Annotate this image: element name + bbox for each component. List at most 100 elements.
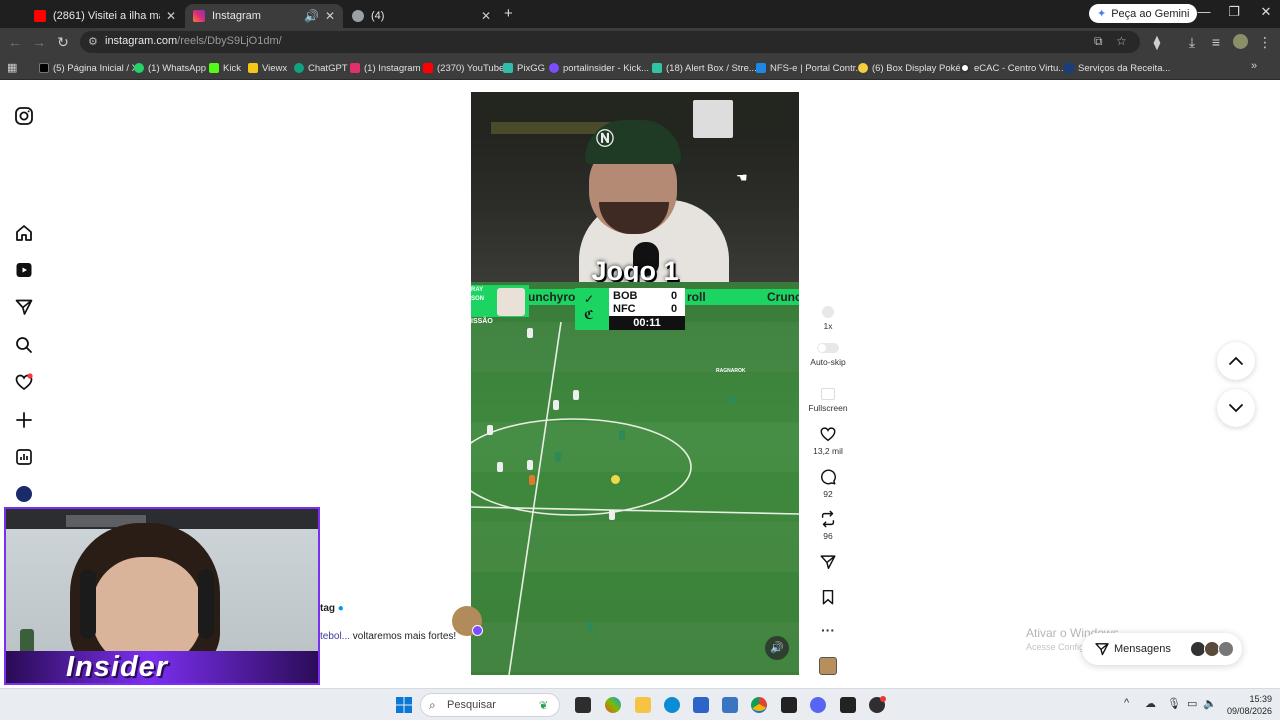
- create-plus-icon[interactable]: [14, 410, 34, 430]
- show-hidden-icons-icon[interactable]: ^: [1124, 697, 1129, 709]
- capcut-icon[interactable]: [781, 697, 797, 713]
- share-button[interactable]: [808, 553, 848, 574]
- youtube-favicon-icon: [34, 10, 46, 22]
- speaker-icon[interactable]: 🔊: [304, 9, 319, 23]
- network-icon[interactable]: ▭: [1187, 697, 1197, 710]
- previous-reel-button[interactable]: [1217, 342, 1255, 380]
- comment-icon: [821, 469, 836, 485]
- bookmark-icon: [822, 589, 834, 605]
- like-button[interactable]: 13,2 mil: [808, 425, 848, 456]
- edge-icon[interactable]: [664, 697, 680, 713]
- close-tab-icon[interactable]: ✕: [166, 9, 176, 23]
- apps-grid-icon[interactable]: ▦: [7, 61, 17, 74]
- capcut-alt-icon[interactable]: [840, 697, 856, 713]
- repost-button[interactable]: 96: [808, 510, 848, 541]
- bookmark-portalinsider[interactable]: portalinsider - Kick...: [549, 61, 649, 75]
- tab-instagram[interactable]: Instagram 🔊 ✕: [185, 4, 343, 28]
- menu-kebab-icon[interactable]: ⋮: [1256, 33, 1274, 51]
- bookmark-alertbox[interactable]: (18) Alert Box / Stre...: [652, 61, 757, 75]
- close-window-icon[interactable]: ✕: [1250, 4, 1280, 20]
- bookmark-label: (2370) YouTube: [437, 62, 505, 74]
- profile-avatar[interactable]: [1233, 34, 1248, 49]
- streamer-camera-frame: Ⓝ ☚: [471, 92, 799, 290]
- reels-icon[interactable]: [14, 260, 34, 280]
- volume-icon[interactable]: 🔈: [1203, 697, 1217, 710]
- media-controls-icon[interactable]: ≡: [1207, 33, 1225, 51]
- bookmark-kick[interactable]: Kick: [209, 61, 241, 75]
- download-icon[interactable]: ⤓: [1183, 33, 1201, 51]
- bookmark-viewx[interactable]: Viewx: [248, 61, 287, 75]
- bookmark-chatgpt[interactable]: ChatGPT: [294, 61, 348, 75]
- caption-username[interactable]: tag ●: [320, 603, 344, 614]
- scoreboard: ✓ ℭ BOB 0 NFC 0 00:11: [575, 288, 685, 330]
- home-icon[interactable]: [14, 223, 34, 243]
- bookmark-star-icon[interactable]: ☆: [1116, 34, 1127, 48]
- profile-avatar-icon[interactable]: [16, 486, 32, 502]
- search-icon: ⌕: [429, 698, 436, 712]
- speed-label: 1x: [823, 321, 833, 331]
- more-options-icon[interactable]: ···: [808, 622, 848, 638]
- speed-control[interactable]: 1x: [808, 306, 848, 331]
- player-green: [587, 622, 593, 632]
- task-view-icon[interactable]: [575, 697, 591, 713]
- forward-icon[interactable]: →: [30, 33, 48, 51]
- windows-start-icon[interactable]: [396, 697, 412, 713]
- taskbar-search[interactable]: ⌕ Pesquisar ❦: [420, 693, 560, 717]
- restore-icon[interactable]: ❐: [1218, 4, 1250, 20]
- more-bookmarks-icon[interactable]: »: [1251, 60, 1257, 72]
- discord-icon[interactable]: [810, 697, 826, 713]
- tab-other[interactable]: (4) ✕: [344, 4, 499, 28]
- tab-youtube[interactable]: (2861) Visitei a ilha mais remota ✕: [26, 4, 184, 28]
- bookmark-youtube[interactable]: (2370) YouTube: [423, 61, 504, 75]
- reel-video-player[interactable]: Ⓝ ☚ Jogo 1 RAGNAROK unchyro roll Crunc R…: [471, 92, 799, 675]
- notifications-heart-icon[interactable]: [14, 372, 34, 392]
- ad-board-text: unchyro: [528, 290, 576, 304]
- fullscreen-button[interactable]: Fullscreen: [808, 388, 848, 413]
- minimize-icon[interactable]: —: [1188, 4, 1220, 19]
- windows-taskbar: ⌕ Pesquisar ❦ ^ ☁ 🎙 ▭ 🔈 15:39 09/08/2026: [0, 688, 1280, 720]
- back-icon[interactable]: ←: [6, 33, 24, 51]
- tray-app-icon[interactable]: ☁: [1145, 697, 1156, 710]
- system-clock[interactable]: 15:39 09/08/2026: [1226, 693, 1272, 717]
- streamlabs-icon: [652, 63, 662, 73]
- instagram-logo-icon[interactable]: [14, 106, 34, 126]
- new-tab-button[interactable]: +: [504, 5, 513, 22]
- messages-button[interactable]: Mensagens: [1082, 633, 1242, 665]
- copilot-icon[interactable]: [605, 697, 621, 713]
- close-tab-icon[interactable]: ✕: [325, 9, 335, 23]
- player-white: [609, 510, 615, 520]
- comment-button[interactable]: 92: [808, 468, 848, 499]
- volume-icon[interactable]: 🔊: [765, 636, 789, 660]
- bookmark-boxdisplay[interactable]: (6) Box Display Poké...: [858, 61, 969, 75]
- bookmark-nfse[interactable]: NFS-e | Portal Contr...: [756, 61, 863, 75]
- bookmark-ecac[interactable]: eCAC - Centro Virtu...: [960, 61, 1066, 75]
- caption-hashtag[interactable]: tebol...: [320, 631, 350, 642]
- save-button[interactable]: [808, 588, 848, 609]
- bookmark-instagram[interactable]: (1) Instagram: [350, 61, 421, 75]
- file-explorer-icon[interactable]: [635, 697, 651, 713]
- auto-skip-toggle[interactable]: Auto-skip: [808, 343, 848, 367]
- search-icon[interactable]: [14, 335, 34, 355]
- install-app-icon[interactable]: ⧉: [1094, 34, 1103, 49]
- outlook-icon[interactable]: [722, 697, 738, 713]
- bookmark-whatsapp[interactable]: (1) WhatsApp: [134, 61, 206, 75]
- site-info-icon[interactable]: ⚙: [88, 35, 98, 48]
- chrome-icon[interactable]: [751, 697, 767, 713]
- extensions-icon[interactable]: ⧫: [1148, 33, 1166, 51]
- direct-messages-icon[interactable]: [14, 297, 34, 317]
- microphone-icon[interactable]: 🎙: [1167, 697, 1181, 710]
- bookmark-x[interactable]: (5) Página Inicial / X: [39, 61, 138, 75]
- next-reel-button[interactable]: [1217, 389, 1255, 427]
- address-bar[interactable]: ⚙ instagram.com/reels/DbyS9LjO1dm/ ⧉ ☆: [80, 31, 1140, 53]
- close-tab-icon[interactable]: ✕: [481, 9, 491, 23]
- bookmark-pixgg[interactable]: PixGG: [503, 61, 545, 75]
- bookmark-label: Serviços da Receita...: [1078, 62, 1171, 74]
- audio-thumbnail[interactable]: [819, 657, 837, 675]
- reload-icon[interactable]: ↻: [54, 33, 72, 51]
- cursor-hand-icon: ☚: [736, 170, 748, 185]
- ask-gemini-button[interactable]: ✦ Peça ao Gemini: [1089, 4, 1198, 23]
- store-icon[interactable]: [693, 697, 709, 713]
- bookmark-receita[interactable]: Serviços da Receita...: [1064, 61, 1170, 75]
- dashboard-icon[interactable]: [14, 447, 34, 467]
- player-white: [573, 390, 579, 400]
